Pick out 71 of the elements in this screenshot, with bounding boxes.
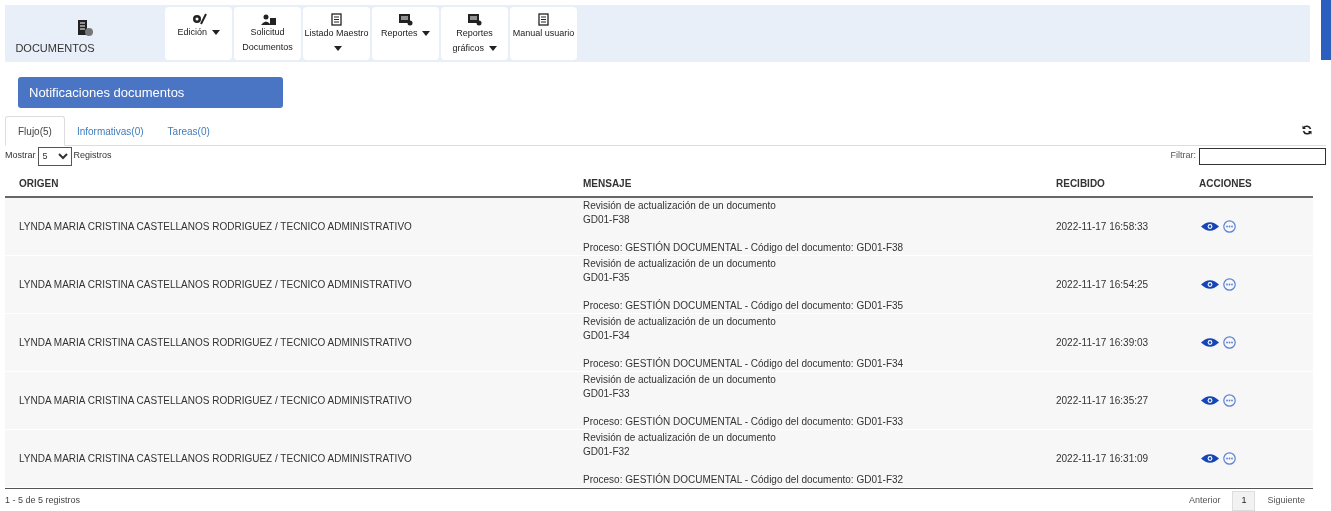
table-cell: LYNDA MARIA CRISTINA CASTELLANOS RODRIGUEZ / TECNICO ADMINISTRATIVO: [19, 337, 412, 348]
table-cell-text: Proceso: GESTIÓN DOCUMENTAL - Código del documento: GD01-F33: [583, 415, 905, 429]
table-cell-text: GD01-F33: [583, 387, 631, 401]
caret-icon: [488, 46, 497, 52]
more-icon[interactable]: [1223, 336, 1236, 349]
menu-button[interactable]: Edición: [165, 7, 232, 60]
view-icon[interactable]: [1201, 395, 1219, 406]
table-cell: 2022-11-17 16:54:25: [1056, 279, 1149, 290]
view-icon[interactable]: [1201, 279, 1219, 290]
brand-label: DOCUMENTOS: [15, 41, 95, 56]
table-cell: LYNDA MARIA CRISTINA CASTELLANOS RODRIGUEZ / TECNICO ADMINISTRATIVO: [19, 221, 412, 232]
menu-button[interactable]: Reportes: [372, 7, 439, 60]
caret-icon: [211, 30, 220, 36]
more-icon[interactable]: [1223, 394, 1236, 407]
table-cell-text: Proceso: GESTIÓN DOCUMENTAL - Código del documento: GD01-F32: [583, 473, 905, 487]
table-cell-text: Revisión de actualización de un documento: [583, 199, 777, 213]
tab[interactable]: Tareas(0): [155, 116, 222, 146]
table-cell-text: GD01-F38: [583, 213, 631, 227]
report-icon: [467, 13, 482, 26]
column-header: ORIGEN: [19, 177, 59, 189]
table-cell-text: Revisión de actualización de un documento: [583, 373, 777, 387]
table-cell-text: GD01-F35: [583, 271, 631, 285]
column-header: ACCIONES: [1199, 177, 1252, 189]
records-label: Registros: [73, 149, 112, 163]
filter-label: Filtrar:: [1170, 149, 1196, 163]
report-icon: [398, 13, 413, 26]
table-cell-text: Revisión de actualización de un documento: [583, 257, 777, 271]
table-cell: LYNDA MARIA CRISTINA CASTELLANOS RODRIGUEZ / TECNICO ADMINISTRATIVO: [19, 279, 412, 290]
pagination-button[interactable]: 1: [1232, 490, 1256, 511]
table-cell-text: GD01-F32: [583, 445, 631, 459]
menu-button[interactable]: Listado Maestro: [303, 7, 370, 60]
show-label: Mostrar: [5, 149, 36, 163]
table-cell: 2022-11-17 16:58:33: [1056, 221, 1149, 232]
view-icon[interactable]: [1201, 453, 1219, 464]
pagination-button[interactable]: Siguiente: [1259, 490, 1313, 511]
table-cell: LYNDA MARIA CRISTINA CASTELLANOS RODRIGUEZ / TECNICO ADMINISTRATIVO: [19, 395, 412, 406]
caret-icon: [333, 46, 342, 52]
document-icon: [538, 13, 549, 26]
table-cell-text: Revisión de actualización de un documento: [583, 315, 777, 329]
menu-button[interactable]: Manual usuario: [510, 7, 577, 60]
menu-button[interactable]: Reportes gráficos: [441, 7, 508, 60]
more-icon[interactable]: [1223, 278, 1236, 291]
document-icon: [331, 13, 342, 26]
menu-button[interactable]: Solicitud Documentos: [234, 7, 301, 60]
table-cell: 2022-11-17 16:31:09: [1056, 453, 1149, 464]
table-cell: 2022-11-17 16:35:27: [1056, 395, 1149, 406]
page-size-select[interactable]: 5: [37, 146, 72, 166]
gear-icon: [190, 13, 207, 25]
more-icon[interactable]: [1223, 220, 1236, 233]
refresh-icon[interactable]: [1302, 125, 1312, 135]
table-cell-text: Proceso: GESTIÓN DOCUMENTAL - Código del documento: GD01-F34: [583, 357, 905, 371]
pagination-button[interactable]: Anterior: [1180, 490, 1229, 511]
building-icon: [76, 19, 94, 37]
person-icon: [259, 13, 276, 25]
view-icon[interactable]: [1201, 337, 1219, 348]
tab[interactable]: Flujo(5): [5, 116, 65, 146]
more-icon[interactable]: [1223, 452, 1236, 465]
table-cell-text: Proceso: GESTIÓN DOCUMENTAL - Código del documento: GD01-F35: [583, 299, 905, 313]
column-header: MENSAJE: [583, 177, 632, 189]
table-cell-text: Proceso: GESTIÓN DOCUMENTAL - Código del documento: GD01-F38: [583, 241, 905, 255]
table-cell: LYNDA MARIA CRISTINA CASTELLANOS RODRIGUEZ / TECNICO ADMINISTRATIVO: [19, 453, 412, 464]
table-cell: 2022-11-17 16:39:03: [1056, 337, 1149, 348]
view-icon[interactable]: [1201, 221, 1219, 232]
table-cell-text: GD01-F34: [583, 329, 631, 343]
column-header: RECIBIDO: [1056, 177, 1105, 189]
records-info: 1 - 5 de 5 registros: [5, 493, 81, 507]
title-banner: Notificaciones documentos: [18, 77, 283, 108]
caret-icon: [422, 31, 430, 37]
filter-field[interactable]: [1199, 147, 1326, 165]
table-cell-text: Revisión de actualización de un documento: [583, 431, 777, 445]
tab[interactable]: Informativas(0): [64, 116, 156, 146]
